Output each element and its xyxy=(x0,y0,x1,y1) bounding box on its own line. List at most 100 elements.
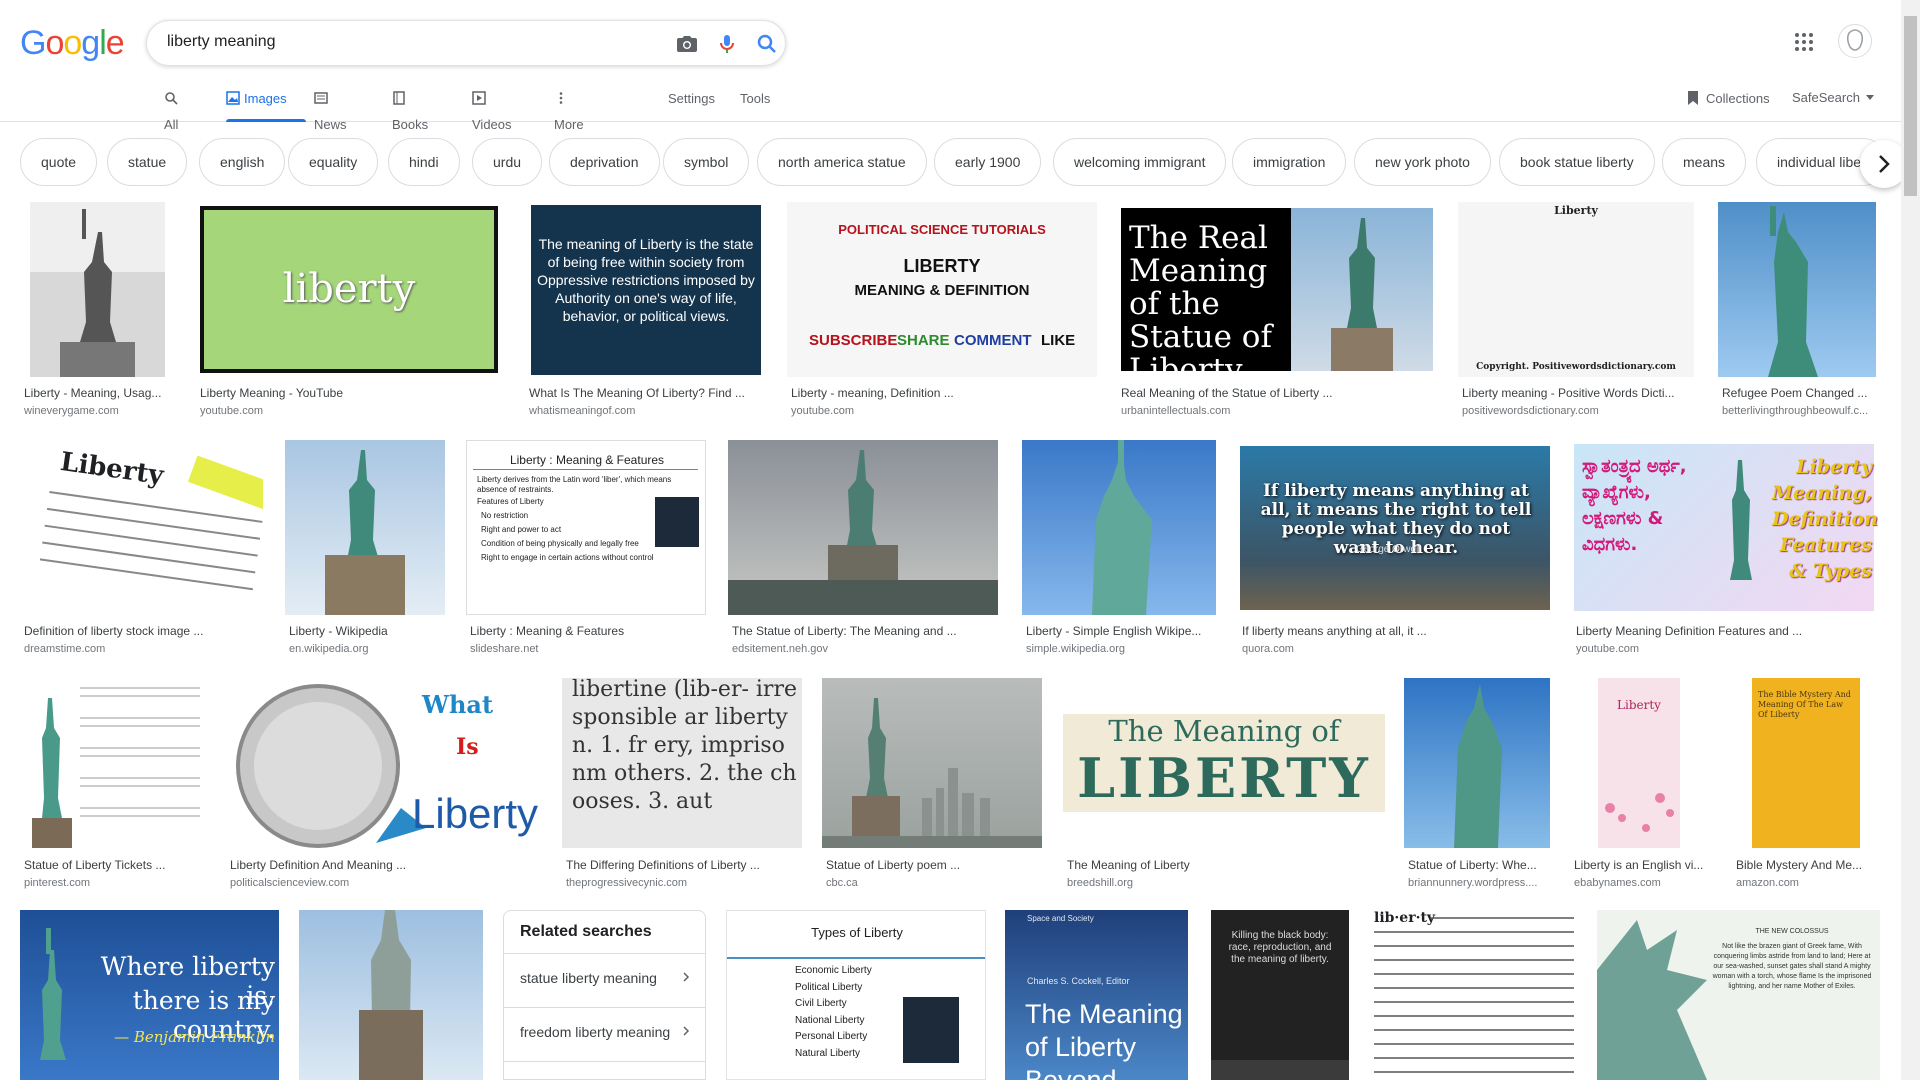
result-thumbnail[interactable]: The meaning of Liberty is the state of b… xyxy=(525,202,765,377)
result-thumbnail[interactable] xyxy=(20,202,175,377)
result-thumbnail[interactable] xyxy=(728,440,998,615)
caret-down-icon xyxy=(1865,95,1874,100)
result-title[interactable]: Bible Mystery And Me... xyxy=(1736,858,1884,872)
safesearch-dropdown[interactable]: SafeSearch xyxy=(1792,90,1874,105)
result-title[interactable]: If liberty means anything at all, it ... xyxy=(1242,624,1560,638)
result-source: edsitement.neh.gov xyxy=(732,643,829,655)
result-title[interactable]: Statue of Liberty poem ... xyxy=(826,858,1046,872)
chip[interactable]: immigration xyxy=(1232,138,1347,186)
result-title[interactable]: Liberty - Meaning, Usag... xyxy=(24,386,179,400)
chevron-right-icon xyxy=(1879,155,1890,173)
result-title[interactable]: Liberty : Meaning & Features xyxy=(470,624,710,638)
result-source: quora.com xyxy=(1242,643,1294,655)
result-thumbnail[interactable]: ಸ್ವಾತಂತ್ರ್ಯದ ಅರ್ಥ, ವ್ಯಾಖ್ಯೆಗಳು, ಲಕ್ಷಣಗಳು… xyxy=(1572,440,1878,615)
result-thumbnail[interactable]: What Is Liberty xyxy=(226,678,542,848)
result-title[interactable]: Liberty - meaning, Definition ... xyxy=(791,386,1091,400)
scrollbar-thumb[interactable] xyxy=(1904,16,1917,196)
thumb-list-item: Natural Liberty xyxy=(795,1047,861,1059)
thumb-text: POLITICAL SCIENCE TUTORIALS xyxy=(838,222,1046,237)
chip[interactable]: north america statue xyxy=(757,138,927,186)
search-input[interactable] xyxy=(167,33,627,51)
result-thumbnail[interactable]: If liberty means anything at all, it mea… xyxy=(1238,440,1556,615)
chip[interactable]: deprivation xyxy=(549,138,660,186)
tools-link[interactable]: Tools xyxy=(740,86,770,122)
result-title[interactable]: Statue of Liberty: Whe... xyxy=(1408,858,1554,872)
search-icon[interactable] xyxy=(755,32,779,56)
result-thumbnail[interactable]: Liberty : Meaning & Features Liberty der… xyxy=(466,440,706,615)
thumb-text: No restriction xyxy=(481,511,529,520)
result-thumbnail[interactable]: POLITICAL SCIENCE TUTORIALS LIBERTY MEAN… xyxy=(787,202,1097,377)
tab-books-label: Books xyxy=(392,117,429,132)
apps-grid-icon[interactable] xyxy=(1794,32,1814,52)
google-logo[interactable]: Google xyxy=(20,24,125,63)
collections-link[interactable]: Collections xyxy=(1686,90,1770,106)
result-title[interactable]: What Is The Meaning Of Liberty? Find ... xyxy=(529,386,769,400)
tab-all[interactable]: All xyxy=(164,86,182,132)
result-title[interactable]: Statue of Liberty Tickets ... xyxy=(24,858,210,872)
chip[interactable]: means xyxy=(1662,138,1747,186)
chip[interactable]: hindi xyxy=(388,138,460,186)
result-title[interactable]: Liberty - Simple English Wikipe... xyxy=(1026,624,1220,638)
result-thumbnail[interactable]: The Meaning of LIBERTY xyxy=(1063,678,1385,848)
result-thumbnail[interactable] xyxy=(299,910,483,1080)
result-thumbnail[interactable] xyxy=(822,678,1042,848)
tab-videos[interactable]: Videos xyxy=(472,86,512,132)
result-title[interactable]: Liberty - Wikipedia xyxy=(289,624,449,638)
page-scrollbar[interactable] xyxy=(1901,0,1920,1080)
result-title[interactable]: The Statue of Liberty: The Meaning and .… xyxy=(732,624,1002,638)
result-title[interactable]: The Differing Definitions of Liberty ... xyxy=(566,858,806,872)
camera-icon[interactable] xyxy=(675,32,699,56)
related-search-item[interactable]: freedom liberty meaning xyxy=(504,1007,705,1061)
result-title[interactable]: Refugee Poem Changed ... xyxy=(1722,386,1880,400)
result-thumbnail[interactable]: liberty xyxy=(196,202,502,377)
chip[interactable]: welcoming immigrant xyxy=(1053,138,1227,186)
statue-image xyxy=(1730,460,1752,580)
tab-images[interactable]: Images xyxy=(226,86,306,122)
chip[interactable]: quote xyxy=(20,138,98,186)
related-search-item[interactable]: statue liberty meaning xyxy=(504,953,705,1007)
result-title[interactable]: Real Meaning of the Statue of Liberty ..… xyxy=(1121,386,1441,400)
result-thumbnail[interactable]: Where liberty is, there is my country. —… xyxy=(20,910,279,1080)
result-thumbnail[interactable]: Liberty xyxy=(20,440,263,615)
statue-image xyxy=(822,698,1042,848)
result-thumbnail[interactable]: THE NEW COLOSSUS Not like the brazen gia… xyxy=(1597,910,1880,1080)
search-box[interactable] xyxy=(146,20,786,66)
result-thumbnail[interactable]: libertine (lib-er- irresponsible ar libe… xyxy=(562,678,802,848)
chip[interactable]: equality xyxy=(288,138,379,186)
result-thumbnail[interactable] xyxy=(285,440,445,615)
chip[interactable]: book statue liberty xyxy=(1499,138,1655,186)
result-title[interactable]: Liberty Definition And Meaning ... xyxy=(230,858,530,872)
thumb-list-item: Personal Liberty xyxy=(795,1031,868,1042)
mic-icon[interactable] xyxy=(715,32,739,56)
chip[interactable]: urdu xyxy=(472,138,543,186)
result-thumbnail[interactable] xyxy=(20,678,206,848)
result-thumbnail[interactable]: Types of Liberty Economic Liberty Politi… xyxy=(726,910,986,1080)
result-thumbnail[interactable] xyxy=(1404,678,1550,848)
tab-more[interactable]: More xyxy=(554,86,584,132)
result-title[interactable]: Definition of liberty stock image ... xyxy=(24,624,267,638)
settings-link[interactable]: Settings xyxy=(668,86,715,122)
chip[interactable]: symbol xyxy=(663,138,750,186)
chip[interactable]: english xyxy=(199,138,286,186)
chip[interactable]: new york photo xyxy=(1354,138,1491,186)
chip[interactable]: statue xyxy=(107,138,188,186)
result-thumbnail[interactable]: The Bible Mystery And Meaning Of The Law… xyxy=(1732,678,1880,848)
tab-news[interactable]: News xyxy=(314,86,347,132)
result-title[interactable]: Liberty is an English vi... xyxy=(1574,858,1718,872)
chip[interactable]: early 1900 xyxy=(934,138,1042,186)
result-thumbnail[interactable]: Liberty Copyright. Positivewordsdictiona… xyxy=(1458,202,1694,377)
result-thumbnail[interactable]: Killing the black body: race, reproducti… xyxy=(1211,910,1349,1080)
result-thumbnail[interactable]: Liberty xyxy=(1570,678,1714,848)
result-title[interactable]: Liberty meaning - Positive Words Dicti..… xyxy=(1462,386,1698,400)
related-search-item[interactable] xyxy=(504,1061,705,1080)
result-thumbnail[interactable] xyxy=(1718,202,1876,377)
avatar[interactable] xyxy=(1838,24,1872,58)
result-title[interactable]: Liberty Meaning Definition Features and … xyxy=(1576,624,1882,638)
result-thumbnail[interactable] xyxy=(1022,440,1216,615)
tab-books[interactable]: Books xyxy=(392,86,428,132)
result-title[interactable]: Liberty Meaning - YouTube xyxy=(200,386,500,400)
result-title[interactable]: The Meaning of Liberty xyxy=(1067,858,1389,872)
result-thumbnail[interactable]: lib·er·ty xyxy=(1370,910,1578,1080)
result-thumbnail[interactable]: Space and Society Charles S. Cockell, Ed… xyxy=(1005,910,1188,1080)
result-thumbnail[interactable]: The Real Meaning of the Statue of Libert… xyxy=(1117,202,1437,377)
